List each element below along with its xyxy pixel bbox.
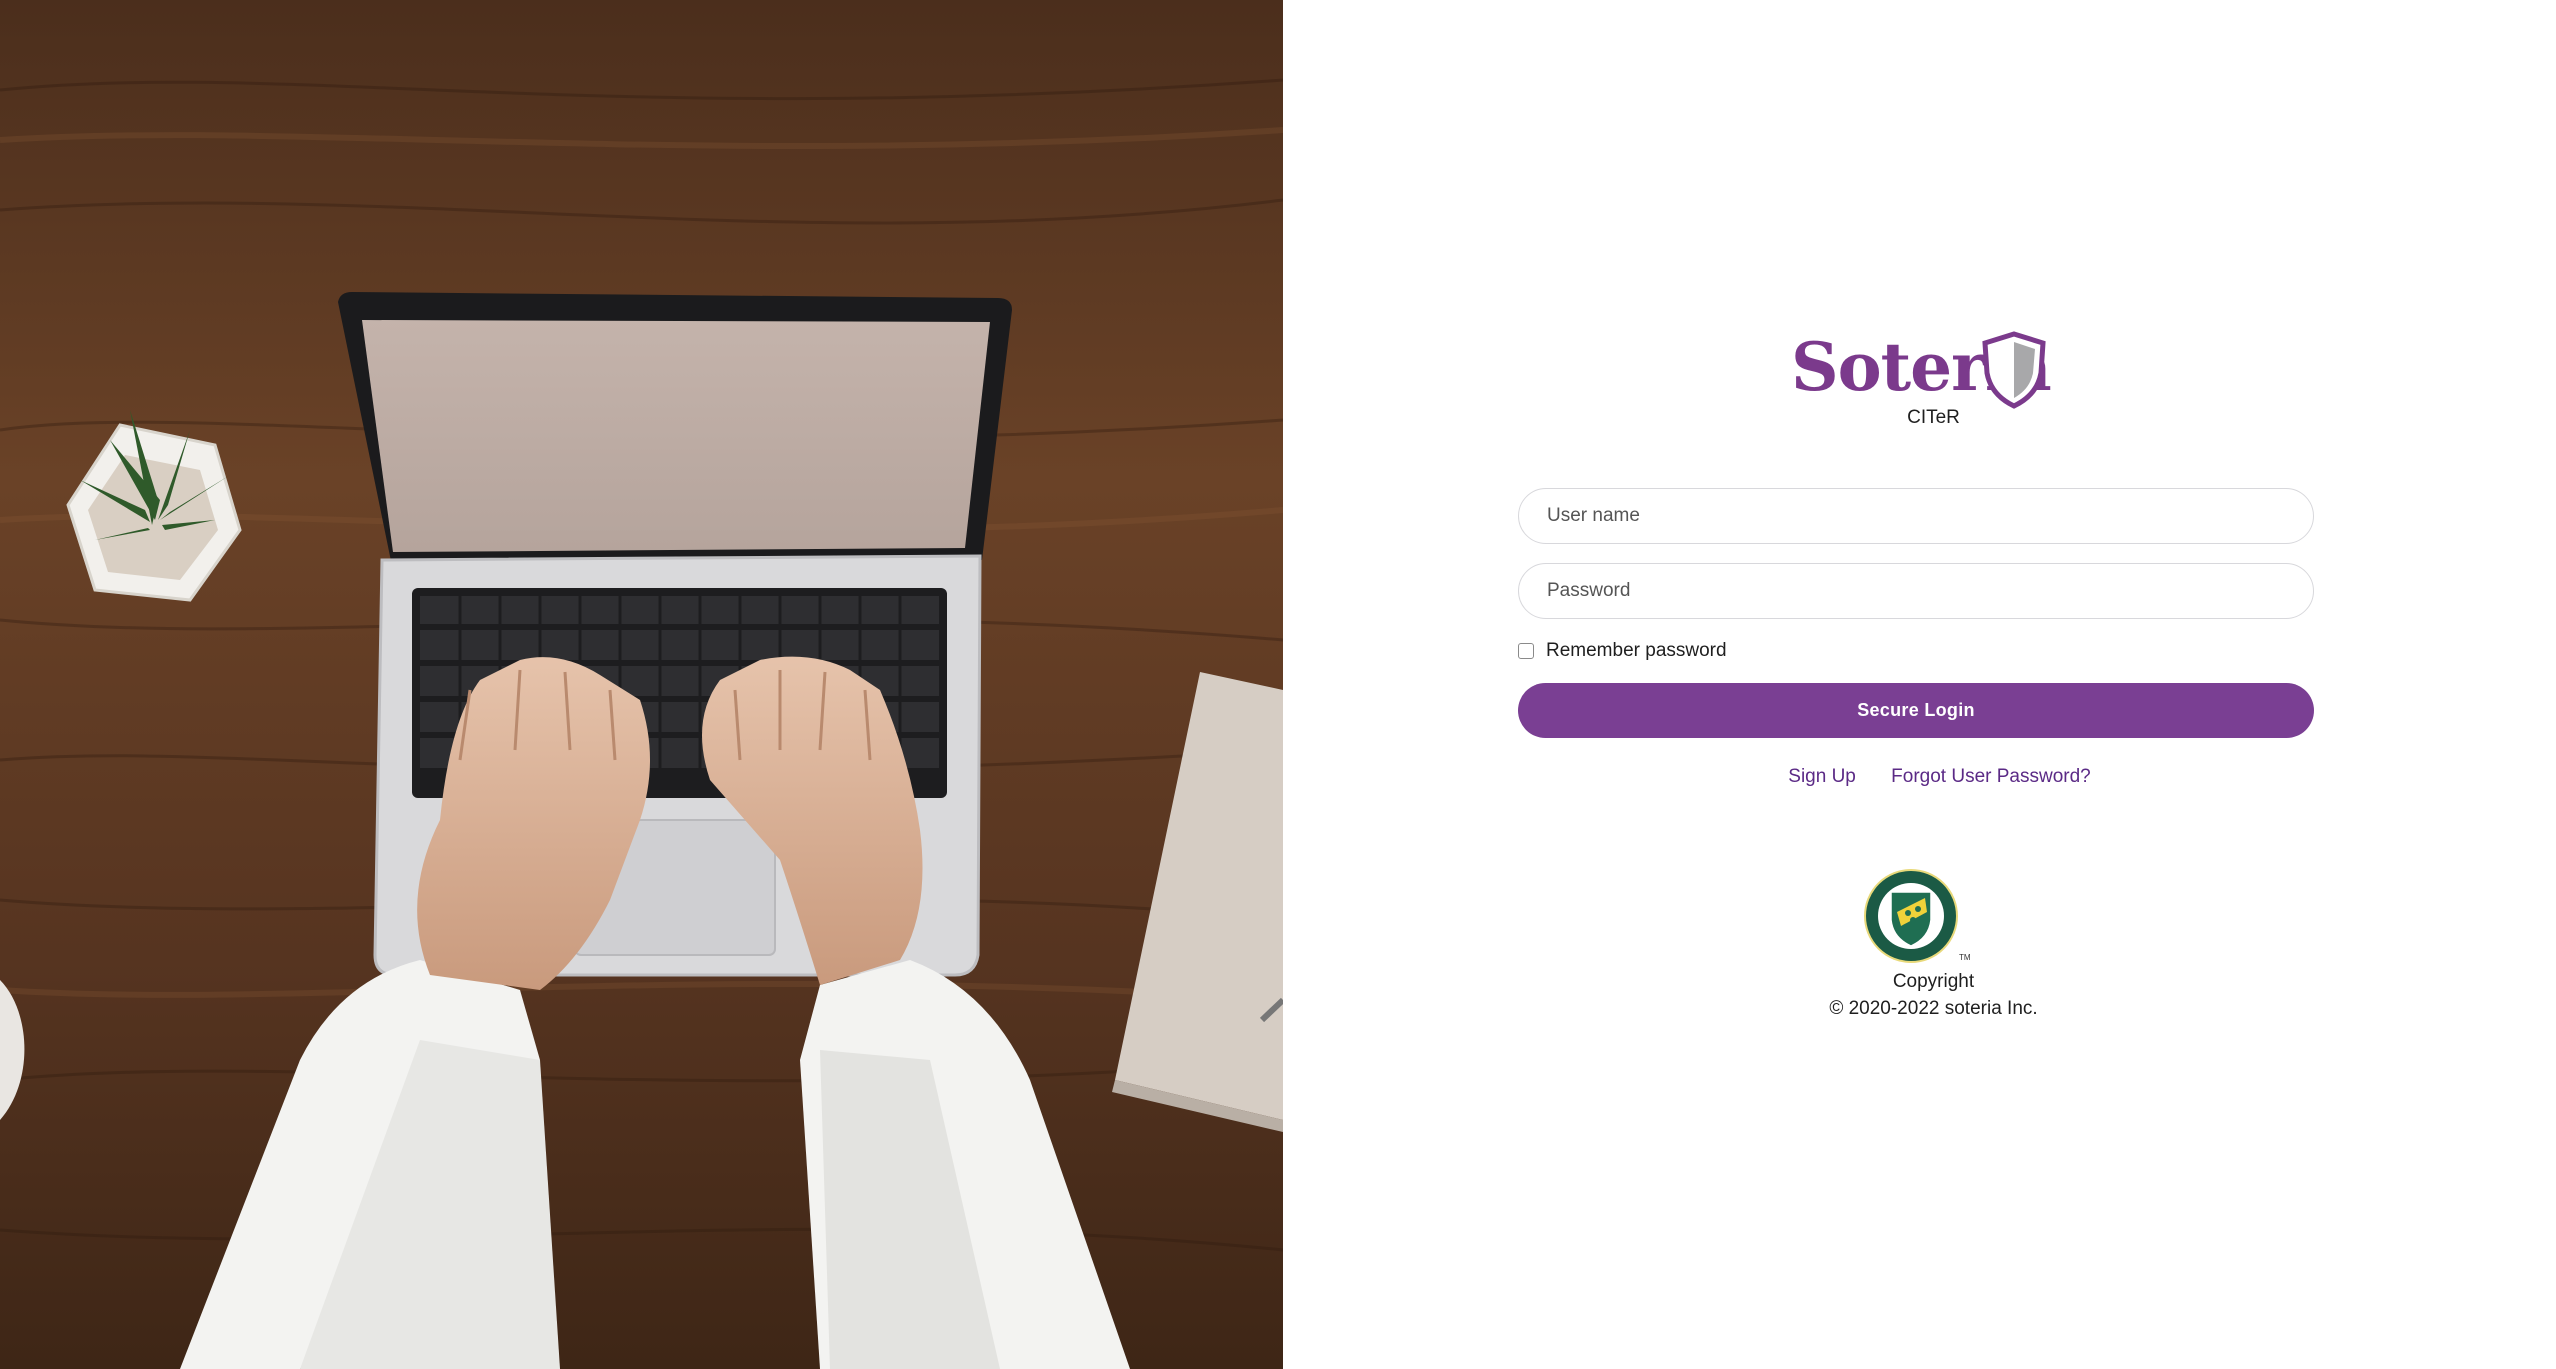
soteria-logo: Soteria bbox=[1791, 327, 2052, 417]
login-panel: Soteria CITeR Remember password Secure L… bbox=[1283, 0, 2556, 1369]
username-input[interactable] bbox=[1518, 488, 2314, 544]
copyright-title: Copyright bbox=[1892, 971, 1975, 992]
shield-icon bbox=[1982, 331, 2046, 409]
forgot-password-link[interactable]: Forgot User Password? bbox=[1891, 766, 2091, 787]
copyright-text: © 2020-2022 soteria Inc. bbox=[1829, 998, 2038, 1019]
hero-photo bbox=[0, 0, 1283, 1369]
remember-password-checkbox[interactable] bbox=[1518, 643, 1534, 659]
org-label: CITeR bbox=[1907, 407, 1960, 428]
svg-text:TM: TM bbox=[1959, 953, 1971, 962]
laptop-desk-illustration bbox=[0, 0, 1283, 1369]
password-input[interactable] bbox=[1518, 563, 2314, 619]
copyright-block: Copyright © 2020-2022 soteria Inc. bbox=[1283, 968, 2556, 1022]
auth-links: Sign Up Forgot User Password? bbox=[1283, 766, 2556, 788]
remember-password-row: Remember password bbox=[1518, 638, 1727, 664]
secure-login-button[interactable]: Secure Login bbox=[1518, 683, 2314, 738]
login-page: Soteria CITeR Remember password Secure L… bbox=[0, 0, 2556, 1369]
remember-password-label[interactable]: Remember password bbox=[1546, 640, 1727, 662]
university-seal: TM bbox=[1863, 868, 1973, 968]
sign-up-link[interactable]: Sign Up bbox=[1788, 766, 1856, 787]
clarkson-seal-icon: TM bbox=[1864, 869, 1971, 963]
